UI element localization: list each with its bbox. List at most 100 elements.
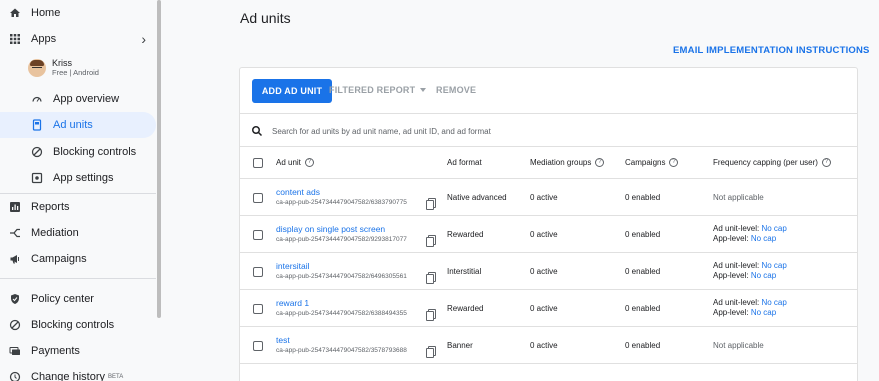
remove-button[interactable]: REMOVE <box>436 85 476 95</box>
sidebar-item-app-overview[interactable]: App overview <box>0 86 156 112</box>
sidebar-item-campaigns[interactable]: Campaigns <box>0 246 156 272</box>
block-icon <box>8 318 22 332</box>
sidebar-item-label: Blocking controls <box>53 146 137 158</box>
campaigns: 0 enabled <box>625 230 661 239</box>
row-checkbox[interactable] <box>253 304 263 314</box>
help-icon[interactable]: ? <box>595 158 605 167</box>
ad-unit-id: ca-app-pub-2547344479047582/9293817077 <box>276 236 407 243</box>
sidebar-item-ad-units[interactable]: Ad units <box>0 112 156 138</box>
sidebar-item-label: Blocking controls <box>31 319 115 331</box>
page-title: Ad units <box>240 10 291 26</box>
ad-format: Banner <box>447 341 473 350</box>
frequency-capping: Not applicable <box>713 193 764 202</box>
help-icon[interactable]: ? <box>821 158 831 167</box>
ad-unit-name-link[interactable]: intersitail <box>276 261 310 271</box>
app-cap-link[interactable]: No cap <box>751 308 776 317</box>
select-all-checkbox[interactable] <box>253 158 263 168</box>
copy-icon[interactable] <box>426 346 436 358</box>
copy-icon[interactable] <box>426 272 436 284</box>
filtered-report-label: FILTERED REPORT <box>329 85 416 95</box>
avatar <box>28 59 46 77</box>
ad-unit-cap-link[interactable]: No cap <box>761 298 786 307</box>
table-header: Ad unit? Ad format Mediation groups? Cam… <box>240 147 857 179</box>
sidebar-item-policy-center[interactable]: Policy center <box>0 286 156 312</box>
megaphone-icon <box>8 252 22 266</box>
email-instructions-link[interactable]: EMAIL IMPLEMENTATION INSTRUCTIONS <box>673 45 870 56</box>
ad-unit-id: ca-app-pub-2547344479047582/6383790775 <box>276 199 407 206</box>
search-icon <box>252 126 263 137</box>
frequency-capping: Ad unit-level: No cap App-level: No cap <box>713 298 787 317</box>
column-header-mediation-groups[interactable]: Mediation groups? <box>530 158 605 167</box>
ad-format: Rewarded <box>447 230 484 239</box>
shield-icon <box>8 292 22 306</box>
sidebar-item-label: Payments <box>31 345 80 357</box>
app-cap-link[interactable]: No cap <box>751 234 776 243</box>
sidebar-item-blocking-controls[interactable]: Blocking controls <box>0 139 156 165</box>
sidebar-item-apps[interactable]: Apps › <box>0 26 156 52</box>
sidebar-item-blocking-controls-account[interactable]: Blocking controls <box>0 312 156 338</box>
frequency-capping: Not applicable <box>713 341 764 350</box>
ad-unit-name-link[interactable]: test <box>276 335 290 345</box>
copy-icon[interactable] <box>426 235 436 247</box>
column-header-campaigns[interactable]: Campaigns? <box>625 158 679 167</box>
add-ad-unit-button[interactable]: ADD AD UNIT <box>252 79 332 103</box>
mediation-icon <box>8 226 22 240</box>
row-checkbox[interactable] <box>253 193 263 203</box>
apps-grid-icon <box>8 32 22 46</box>
sidebar-item-app-settings[interactable]: App settings <box>0 165 156 191</box>
settings-square-icon <box>30 171 44 185</box>
ad-unit-cap-link[interactable]: No cap <box>761 224 786 233</box>
table-row: reward 1 ca-app-pub-2547344479047582/638… <box>240 290 857 327</box>
app-platform: Free | Android <box>52 68 99 77</box>
app-selector[interactable]: Kriss Free | Android <box>28 58 99 78</box>
history-icon <box>8 370 22 381</box>
ad-format: Interstitial <box>447 267 482 276</box>
row-checkbox[interactable] <box>253 230 263 240</box>
ad-unit-id: ca-app-pub-2547344479047582/3578793688 <box>276 347 407 354</box>
column-header-ad-unit[interactable]: Ad unit? <box>276 158 314 167</box>
row-checkbox[interactable] <box>253 267 263 277</box>
mediation-groups: 0 active <box>530 230 558 239</box>
filtered-report-button[interactable]: FILTERED REPORT <box>329 85 427 95</box>
help-icon[interactable]: ? <box>669 158 679 167</box>
search-bar <box>240 113 857 147</box>
sidebar-item-payments[interactable]: Payments <box>0 338 156 364</box>
mediation-groups: 0 active <box>530 304 558 313</box>
block-icon <box>30 145 44 159</box>
ad-unit-icon <box>30 118 44 132</box>
column-header-frequency-capping[interactable]: Frequency capping (per user)? <box>713 158 831 167</box>
copy-icon[interactable] <box>426 309 436 321</box>
sidebar-item-label: App overview <box>53 93 120 105</box>
payments-icon <box>8 344 22 358</box>
ad-unit-name-link[interactable]: display on single post screen <box>276 224 385 234</box>
table-row: display on single post screen ca-app-pub… <box>240 216 857 253</box>
sidebar-item-change-history[interactable]: Change history BETA <box>0 364 156 381</box>
sidebar-item-reports[interactable]: Reports <box>0 194 156 220</box>
home-icon <box>8 6 22 20</box>
chevron-right-icon: › <box>141 31 146 47</box>
sidebar-item-home[interactable]: Home <box>0 0 156 26</box>
help-icon[interactable]: ? <box>304 158 314 167</box>
sidebar-item-label: Policy center <box>31 293 94 305</box>
table-row: content ads ca-app-pub-2547344479047582/… <box>240 179 857 216</box>
ad-unit-id: ca-app-pub-2547344479047582/6388494355 <box>276 310 407 317</box>
caret-down-icon <box>420 88 427 92</box>
sidebar-item-mediation[interactable]: Mediation <box>0 220 156 246</box>
ad-units-card: ADD AD UNIT FILTERED REPORT REMOVE Ad un… <box>239 67 858 381</box>
table-row: test ca-app-pub-2547344479047582/3578793… <box>240 327 857 364</box>
divider <box>0 278 156 279</box>
column-header-ad-format[interactable]: Ad format <box>447 158 482 167</box>
campaigns: 0 enabled <box>625 193 661 202</box>
ad-unit-cap-link[interactable]: No cap <box>761 261 786 270</box>
ad-unit-name-link[interactable]: reward 1 <box>276 298 309 308</box>
search-input[interactable] <box>272 122 772 140</box>
sidebar-item-label: Apps <box>31 33 57 45</box>
app-cap-link[interactable]: No cap <box>751 271 776 280</box>
ad-unit-name-link[interactable]: content ads <box>276 187 320 197</box>
copy-icon[interactable] <box>426 198 436 210</box>
sidebar: Home Apps › Kriss Free | Android App ove… <box>0 0 160 381</box>
campaigns: 0 enabled <box>625 304 661 313</box>
sidebar-scrollbar[interactable] <box>157 0 161 318</box>
mediation-groups: 0 active <box>530 341 558 350</box>
row-checkbox[interactable] <box>253 341 263 351</box>
